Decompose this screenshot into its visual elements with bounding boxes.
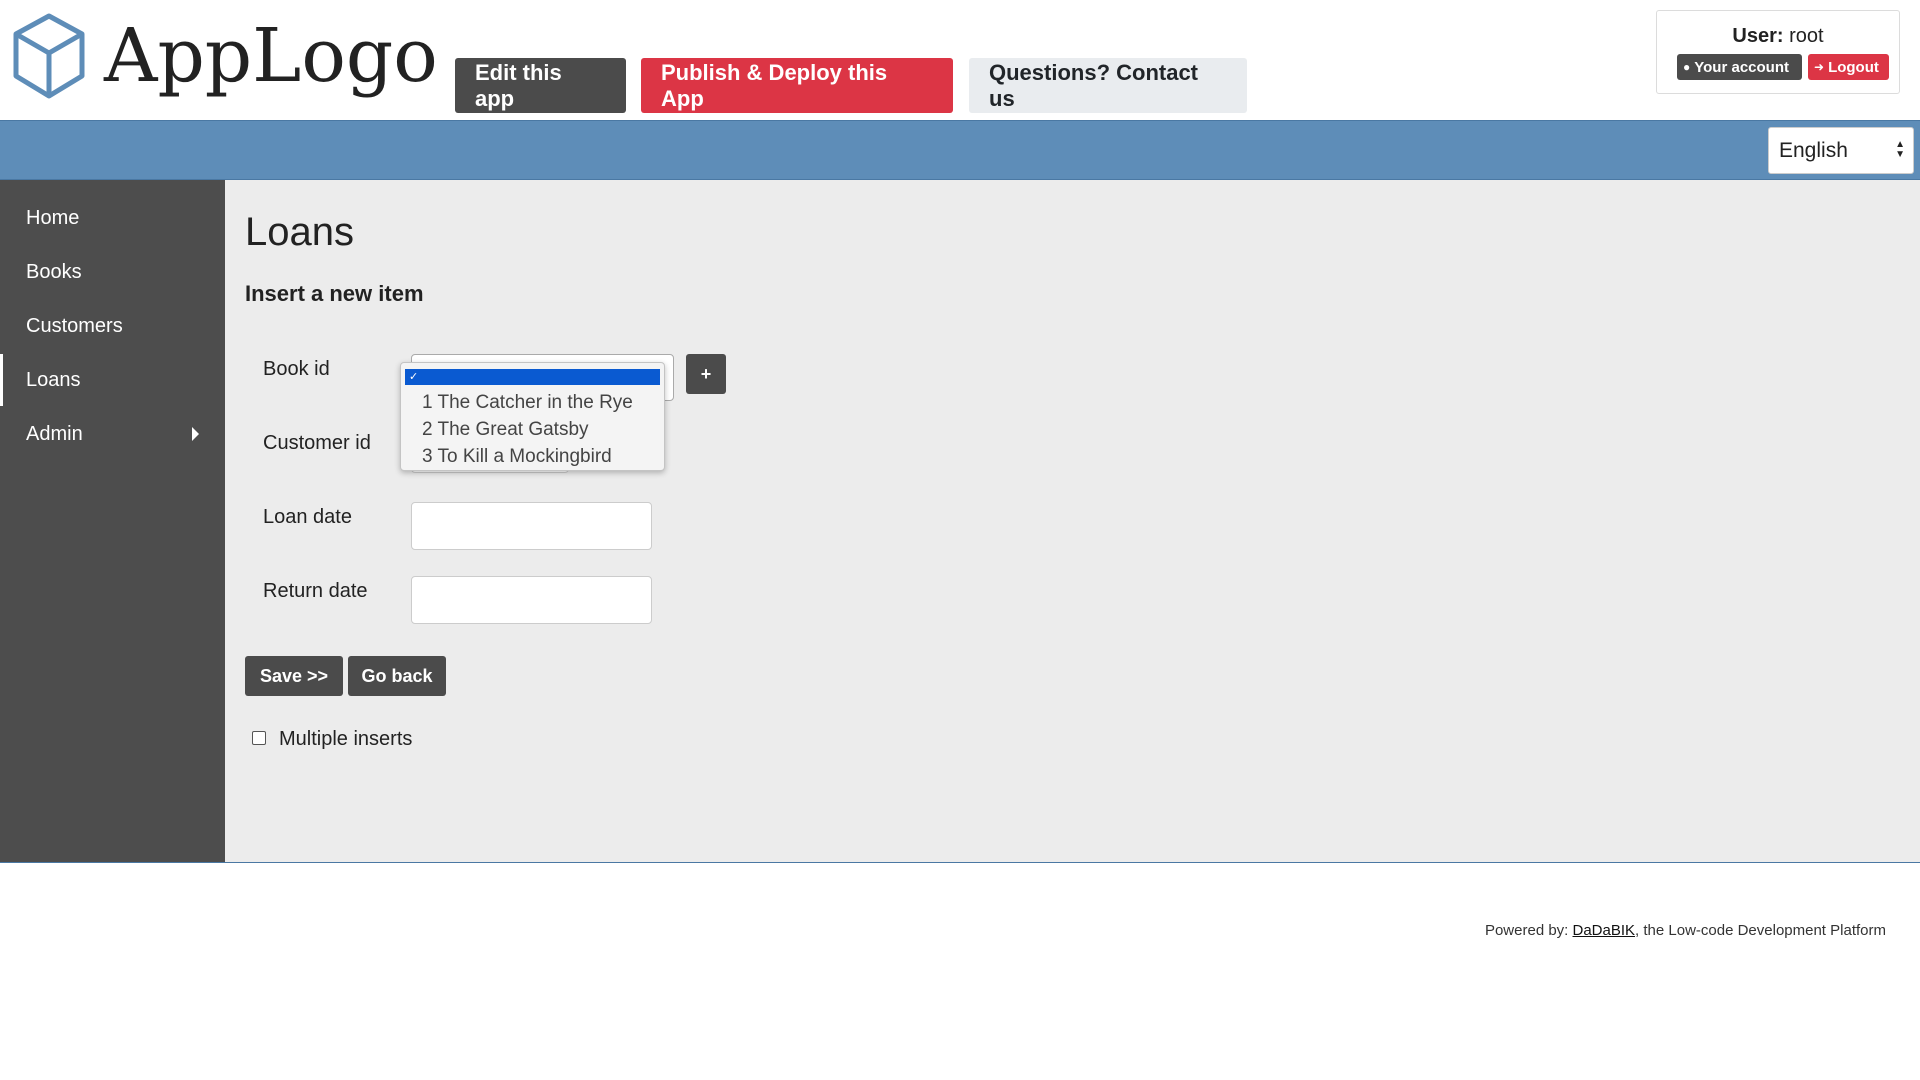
save-button[interactable]: Save >> — [245, 656, 343, 696]
sidebar-item-label: Books — [26, 260, 82, 283]
main-content: Loans Insert a new item Book id + Custom… — [225, 180, 1920, 862]
dropdown-option[interactable]: 2 The Great Gatsby — [422, 419, 589, 441]
edit-app-button[interactable]: Edit this app — [455, 58, 626, 113]
footer-divider — [0, 862, 1920, 863]
sidebar-item-label: Loans — [26, 368, 81, 391]
footer: Powered by: DaDaBIK, the Low-code Develo… — [1485, 922, 1886, 939]
footer-prefix: Powered by: — [1484, 922, 1573, 939]
dropdown-option[interactable]: 3 To Kill a Mockingbird — [422, 446, 612, 468]
logout-label: Logout — [1828, 58, 1879, 76]
language-select[interactable]: English ▲ ▼ — [1768, 127, 1914, 174]
your-account-button[interactable]: ● Your account — [1677, 54, 1802, 80]
loan-date-input[interactable] — [411, 502, 652, 550]
multiple-inserts-checkbox[interactable] — [252, 731, 266, 745]
publish-deploy-button[interactable]: Publish & Deploy this App — [641, 58, 953, 113]
sidebar-item-label: Admin — [26, 422, 83, 445]
dropdown-option-empty[interactable]: ✓ — [405, 369, 660, 385]
app-logo[interactable]: AppLogo — [12, 12, 438, 100]
sidebar: Home Books Customers Loans Admin — [0, 180, 225, 862]
form-subtitle: Insert a new item — [245, 281, 424, 306]
customer-id-label: Customer id — [263, 432, 371, 454]
user-panel: User: root ● Your account ➜ Logout — [1656, 10, 1900, 94]
logo-text: AppLogo — [104, 13, 438, 99]
book-id-dropdown-list: ✓ 1 The Catcher in the Rye 2 The Great G… — [400, 362, 665, 471]
dadabik-link[interactable]: DaDaBIK — [1573, 922, 1636, 939]
user-name: root — [1789, 25, 1824, 47]
sign-out-icon: ➜ — [1814, 60, 1825, 74]
sidebar-item-customers[interactable]: Customers — [0, 300, 225, 352]
return-date-label: Return date — [263, 580, 368, 602]
language-selected: English — [1779, 138, 1848, 162]
page-title: Loans — [245, 210, 354, 254]
sidebar-item-books[interactable]: Books — [0, 246, 225, 298]
app-header: AppLogo Edit this app Publish & Deploy t… — [0, 0, 1920, 120]
go-back-button[interactable]: Go back — [348, 656, 446, 696]
user-label: User: — [1732, 25, 1784, 47]
contact-us-button[interactable]: Questions? Contact us — [969, 58, 1247, 113]
top-bar: English ▲ ▼ — [0, 120, 1920, 180]
user-info: User: root — [1657, 25, 1899, 48]
checkmark-icon: ✓ — [409, 371, 419, 383]
sidebar-item-admin[interactable]: Admin — [0, 408, 225, 460]
loan-date-label: Loan date — [263, 506, 352, 528]
user-icon: ● — [1683, 60, 1691, 74]
select-arrows-icon: ▲ ▼ — [1895, 139, 1905, 160]
sidebar-item-home[interactable]: Home — [0, 192, 225, 244]
logout-button[interactable]: ➜ Logout — [1808, 54, 1889, 80]
footer-suffix: , the Low-code Development Platform — [1635, 922, 1886, 939]
dropdown-option[interactable]: 1 The Catcher in the Rye — [422, 392, 633, 414]
sidebar-item-loans[interactable]: Loans — [0, 354, 225, 406]
book-id-label: Book id — [263, 358, 330, 380]
caret-right-icon — [192, 427, 199, 441]
multiple-inserts-label: Multiple inserts — [279, 728, 413, 750]
sidebar-item-label: Home — [26, 206, 80, 229]
return-date-input[interactable] — [411, 576, 652, 624]
cube-logo-icon — [13, 13, 85, 99]
your-account-label: Your account — [1694, 58, 1789, 76]
add-book-button[interactable]: + — [686, 354, 726, 394]
sidebar-item-label: Customers — [26, 314, 123, 337]
